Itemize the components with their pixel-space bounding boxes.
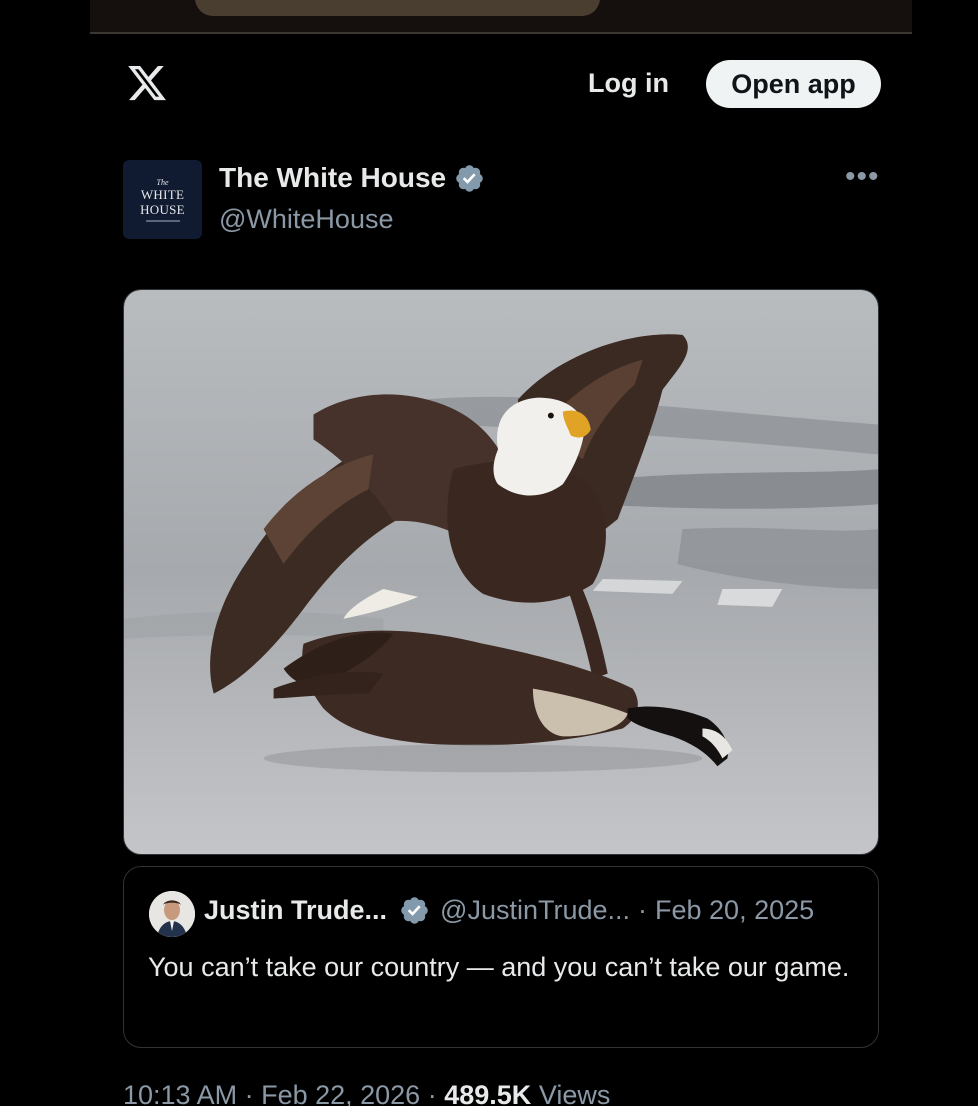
verified-badge-icon (456, 164, 483, 192)
avatar[interactable]: The WHITE HOUSE (123, 160, 202, 239)
eagle-photo (124, 290, 878, 854)
author-name[interactable]: The White House (219, 162, 446, 194)
top-nav: Log in Open app (90, 36, 912, 132)
quoted-separator: · (638, 895, 648, 925)
quoted-author-handle[interactable]: @JustinTrude... (440, 895, 630, 926)
author-handle[interactable]: @WhiteHouse (219, 204, 393, 235)
post-image[interactable] (123, 289, 879, 855)
views-label: Views (538, 1080, 611, 1106)
quoted-author-name[interactable]: Justin Trude... (204, 895, 387, 926)
avatar-underline (145, 219, 180, 222)
more-icon[interactable]: ••• (845, 162, 880, 192)
address-bar-fragment (195, 0, 600, 16)
author-name-row: The White House (219, 162, 485, 194)
post-timestamp[interactable]: 10:13 AM · Feb 22, 2026 · (123, 1080, 437, 1106)
login-link[interactable]: Log in (588, 68, 669, 99)
x-logo-icon[interactable] (126, 62, 168, 104)
avatar-text-white: WHITE (140, 186, 185, 202)
views-count: 489.5K (444, 1080, 532, 1106)
verified-badge-icon (401, 897, 428, 924)
quoted-text: You can’t take our country — and you can… (148, 952, 850, 982)
post-author: The WHITE HOUSE The White House @WhiteHo… (123, 160, 883, 240)
quoted-header: Justin Trude... @JustinTrude... · Feb 20… (204, 895, 814, 926)
avatar-text-the: The (156, 177, 169, 187)
open-app-button[interactable]: Open app (706, 60, 881, 108)
quoted-avatar-portrait (149, 891, 195, 937)
quoted-date[interactable]: Feb 20, 2025 (655, 895, 814, 926)
quoted-avatar[interactable] (149, 891, 195, 937)
quoted-post[interactable]: Justin Trude... @JustinTrude... · Feb 20… (123, 866, 879, 1048)
post-meta: 10:13 AM · Feb 22, 2026 · 489.5K Views (123, 1080, 610, 1106)
avatar-text-house: HOUSE (140, 201, 185, 217)
browser-top-strip (90, 0, 912, 34)
